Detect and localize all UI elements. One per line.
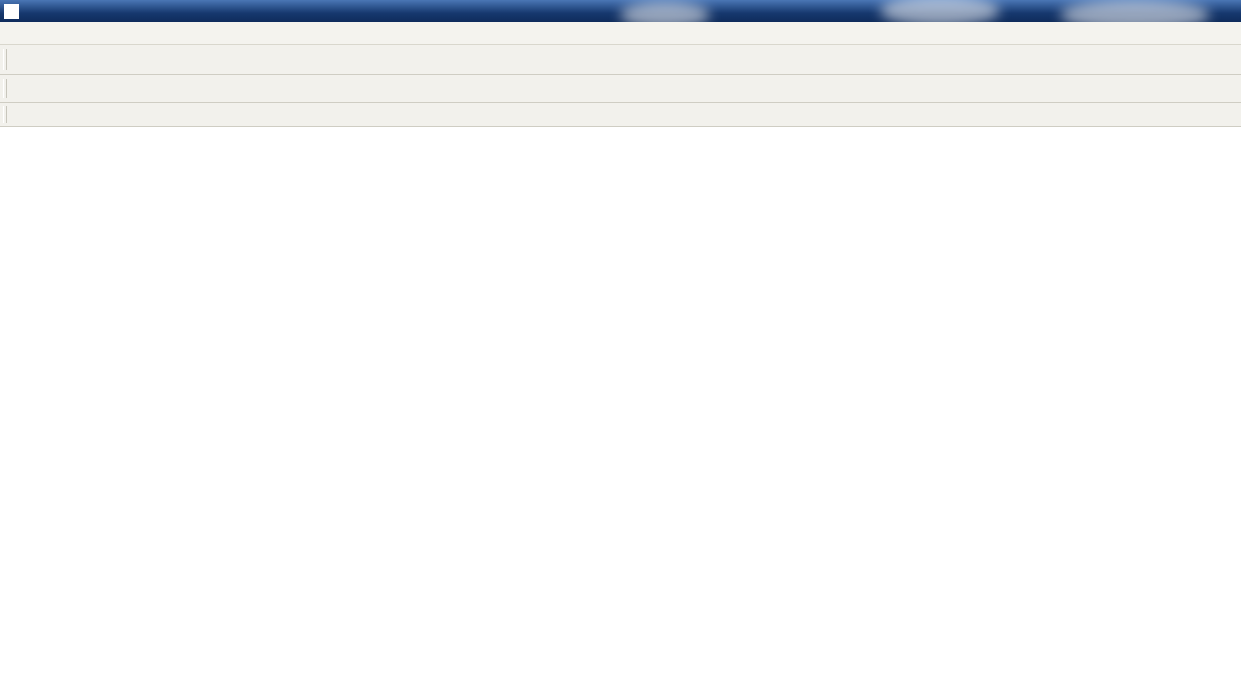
titlebar-gloss xyxy=(1060,0,1210,22)
titlebar-gloss xyxy=(620,2,710,22)
kline-chart-canvas[interactable] xyxy=(0,127,1241,685)
toolbar-main xyxy=(0,45,1241,75)
toolbar-grip xyxy=(3,106,7,123)
app-window xyxy=(0,0,1241,685)
toolbar-grip xyxy=(3,79,7,98)
chart-area xyxy=(0,127,1241,685)
titlebar-gloss xyxy=(880,0,1000,22)
app-logo-icon xyxy=(4,3,19,19)
titlebar[interactable] xyxy=(0,0,1241,22)
toolbar-grip xyxy=(3,49,7,70)
menubar xyxy=(0,22,1241,45)
toolbar-icons xyxy=(0,75,1241,103)
toolbar-drawing-tools xyxy=(0,103,1241,127)
